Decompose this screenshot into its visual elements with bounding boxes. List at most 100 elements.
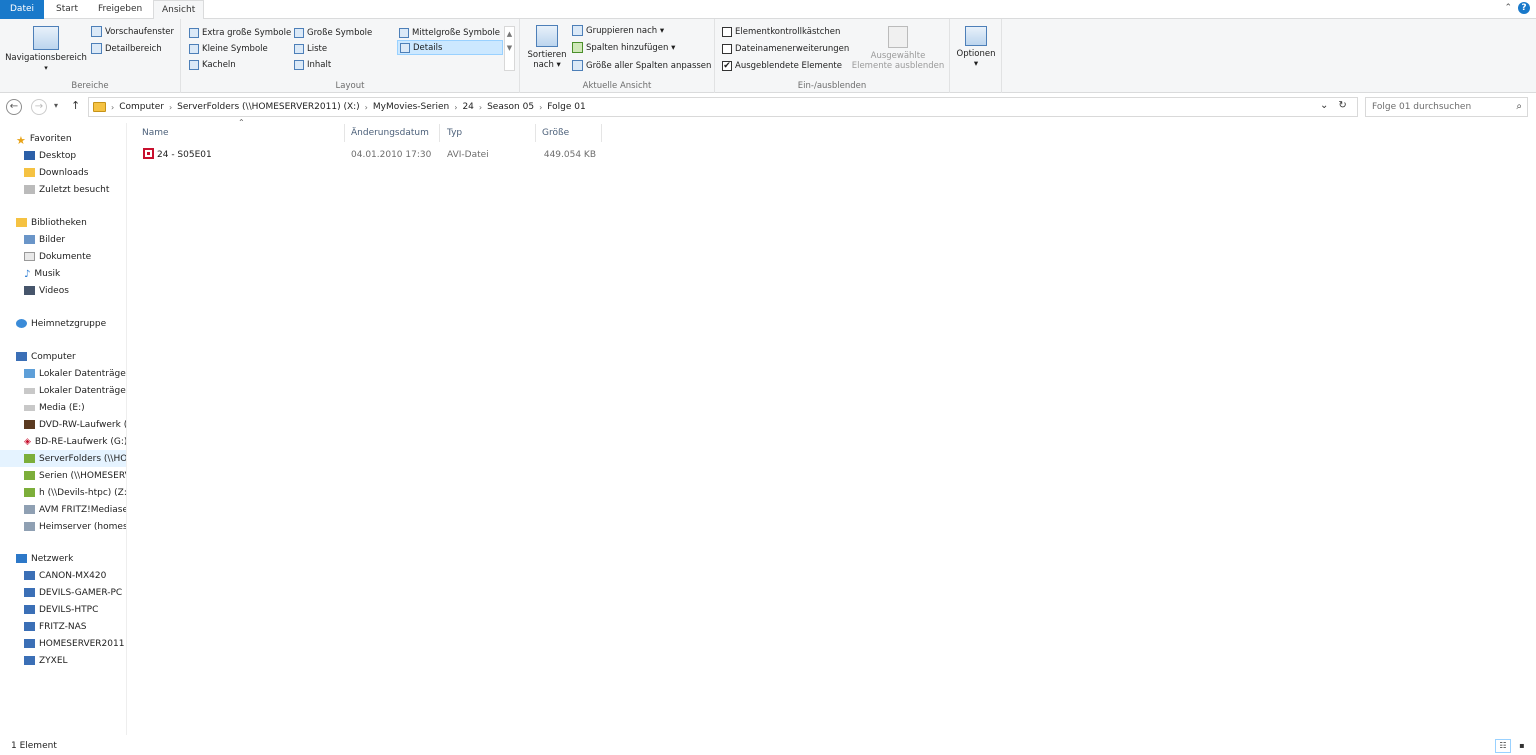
column-header-date[interactable]: Änderungsdatum xyxy=(351,124,440,142)
nav-canon[interactable]: CANON-MX420 xyxy=(0,567,126,584)
small-icons-icon xyxy=(189,43,199,54)
nav-local-drive-2[interactable]: Lokaler Datenträger xyxy=(0,382,126,399)
breadcrumb-season-05[interactable]: Season 05 xyxy=(487,102,534,112)
nav-heimserver-label: Heimserver (homese xyxy=(39,521,127,532)
nav-devils-gamer-pc[interactable]: DEVILS-GAMER-PC xyxy=(0,584,126,601)
address-row: ← → ▾ ↑ › Computer › ServerFolders (\\HO… xyxy=(0,96,1536,118)
add-columns-button[interactable]: Spalten hinzufügen ▾ xyxy=(572,40,675,55)
nav-devils-htpc[interactable]: DEVILS-HTPC xyxy=(0,601,126,618)
nav-libraries[interactable]: Bibliotheken xyxy=(0,214,126,231)
tab-start[interactable]: Start xyxy=(48,0,86,19)
nav-recent[interactable]: Zuletzt besucht xyxy=(0,181,126,198)
details-view-button[interactable]: ☷ xyxy=(1495,739,1511,753)
large-icons-view-button[interactable]: ▪ xyxy=(1514,739,1530,753)
chevron-right-icon[interactable]: › xyxy=(169,103,172,112)
nav-h-drive[interactable]: h (\\Devils-htpc) (Z: xyxy=(0,484,126,501)
recent-places-icon xyxy=(24,185,35,194)
nav-avm-fritz[interactable]: AVM FRITZ!Mediase xyxy=(0,501,127,518)
back-button[interactable]: ← xyxy=(6,99,22,115)
forward-button[interactable]: → xyxy=(31,99,47,115)
navigation-pane-button[interactable]: Navigationsbereich ▾ xyxy=(4,26,88,73)
group-by-icon xyxy=(572,25,583,36)
nav-homegroup[interactable]: Heimnetzgruppe xyxy=(0,315,126,332)
nav-zyxel[interactable]: ZYXEL xyxy=(0,652,126,669)
nav-local-drive-1[interactable]: Lokaler Datenträger xyxy=(0,365,126,382)
nav-computer[interactable]: Computer xyxy=(0,348,126,365)
layout-extra-large-icons[interactable]: Extra große Symbole xyxy=(189,25,291,40)
desktop-icon xyxy=(24,151,35,160)
tab-file[interactable]: Datei xyxy=(0,0,45,19)
nav-dvd-drive[interactable]: DVD-RW-Laufwerk ( xyxy=(0,416,126,433)
tab-share[interactable]: Freigeben xyxy=(90,0,150,19)
minimize-ribbon-icon[interactable]: ⌃ xyxy=(1504,3,1512,13)
layout-details[interactable]: Details xyxy=(397,40,503,55)
nav-serverfolders[interactable]: ServerFolders (\\HO xyxy=(0,450,126,467)
details-pane-button[interactable]: Detailbereich xyxy=(91,41,162,56)
nav-homeserver2011[interactable]: HOMESERVER2011 xyxy=(0,635,126,652)
add-columns-icon xyxy=(572,42,583,53)
nav-heimserver[interactable]: Heimserver (homese xyxy=(0,518,127,535)
breadcrumb-computer[interactable]: Computer xyxy=(119,102,164,112)
recent-locations-icon[interactable]: ▾ xyxy=(54,101,58,110)
breadcrumb-folge-01[interactable]: Folge 01 xyxy=(547,102,585,112)
nav-desktop[interactable]: Desktop xyxy=(0,147,126,164)
nav-fritz-nas[interactable]: FRITZ-NAS xyxy=(0,618,126,635)
chevron-right-icon[interactable]: › xyxy=(365,103,368,112)
breadcrumb-serverfolders[interactable]: ServerFolders (\\HOMESERVER2011) (X:) xyxy=(177,102,360,112)
nav-favorites[interactable]: ★ Favoriten xyxy=(0,130,126,148)
layout-medium-icons[interactable]: Mittelgroße Symbole xyxy=(399,25,500,40)
column-header-name[interactable]: Name xyxy=(142,124,345,142)
layout-large-icons[interactable]: Große Symbole xyxy=(294,25,372,40)
group-layout: Extra große Symbole Große Symbole Mittel… xyxy=(181,19,520,93)
nav-downloads[interactable]: Downloads xyxy=(0,164,126,181)
homegroup-icon xyxy=(16,319,27,328)
nav-videos[interactable]: Videos xyxy=(0,282,126,299)
layout-content[interactable]: Inhalt xyxy=(294,57,331,72)
address-dropdown-icon[interactable]: ⌄ xyxy=(1320,100,1328,111)
breadcrumb-24[interactable]: 24 xyxy=(462,102,473,112)
layout-small-icons[interactable]: Kleine Symbole xyxy=(189,41,268,56)
group-by-button[interactable]: Gruppieren nach ▾ xyxy=(572,23,664,38)
column-header-size[interactable]: Größe xyxy=(542,124,602,142)
hidden-items-toggle[interactable]: ✔ Ausgeblendete Elemente xyxy=(722,58,842,73)
file-extensions-checkbox[interactable] xyxy=(722,43,732,54)
nav-avm-fritz-label: AVM FRITZ!Mediase xyxy=(39,504,127,515)
layout-list[interactable]: Liste xyxy=(294,41,327,56)
nav-media-label: Media (E:) xyxy=(39,402,85,413)
layout-tiles[interactable]: Kacheln xyxy=(189,57,236,72)
bd-drive-icon: ◈ xyxy=(24,437,31,447)
file-extensions-toggle[interactable]: Dateinamenerweiterungen xyxy=(722,41,849,56)
nav-bd-drive[interactable]: ◈ BD-RE-Laufwerk (G:) xyxy=(0,433,126,450)
nav-pictures[interactable]: Bilder xyxy=(0,231,126,248)
layout-gallery-scroll[interactable]: ▲ ▼ xyxy=(504,26,515,71)
chevron-right-icon[interactable]: › xyxy=(479,103,482,112)
options-button[interactable]: Optionen ▾ xyxy=(952,26,1000,69)
search-icon[interactable]: ⌕ xyxy=(1516,101,1522,112)
item-checkboxes-toggle[interactable]: Elementkontrollkästchen xyxy=(722,24,840,39)
file-name-cell[interactable]: 24 - S05E01 xyxy=(143,147,343,164)
tab-view[interactable]: Ansicht xyxy=(153,0,205,20)
address-bar[interactable]: › Computer › ServerFolders (\\HOMESERVER… xyxy=(88,97,1358,117)
nav-media[interactable]: Media (E:) xyxy=(0,399,126,416)
help-icon[interactable]: ? xyxy=(1518,2,1530,14)
chevron-right-icon[interactable]: › xyxy=(111,103,114,112)
group-panes: Navigationsbereich ▾ Vorschaufenster Deta… xyxy=(0,19,181,93)
nav-music[interactable]: ♪ Musik xyxy=(0,265,126,282)
up-arrow-icon[interactable]: ↑ xyxy=(71,99,80,112)
media-server-icon xyxy=(24,522,35,531)
hide-selected-button[interactable]: Ausgewählte Elemente ausblenden xyxy=(851,26,945,71)
hidden-items-checkbox[interactable]: ✔ xyxy=(722,60,732,71)
nav-documents[interactable]: Dokumente xyxy=(0,248,126,265)
sort-by-button[interactable]: Sortieren nach ▾ xyxy=(526,25,568,70)
search-input[interactable]: Folge 01 durchsuchen ⌕ xyxy=(1365,97,1528,117)
chevron-right-icon[interactable]: › xyxy=(539,103,542,112)
item-checkboxes-checkbox[interactable] xyxy=(722,26,732,37)
preview-pane-button[interactable]: Vorschaufenster xyxy=(91,24,174,39)
refresh-icon[interactable]: ↻ xyxy=(1338,100,1346,111)
nav-serien[interactable]: Serien (\\HOMESERV xyxy=(0,467,126,484)
chevron-right-icon[interactable]: › xyxy=(454,103,457,112)
nav-network[interactable]: Netzwerk xyxy=(0,550,126,567)
size-columns-button[interactable]: Größe aller Spalten anpassen xyxy=(572,58,711,73)
column-header-type[interactable]: Typ xyxy=(447,124,536,142)
breadcrumb-mymovies-serien[interactable]: MyMovies-Serien xyxy=(373,102,449,112)
